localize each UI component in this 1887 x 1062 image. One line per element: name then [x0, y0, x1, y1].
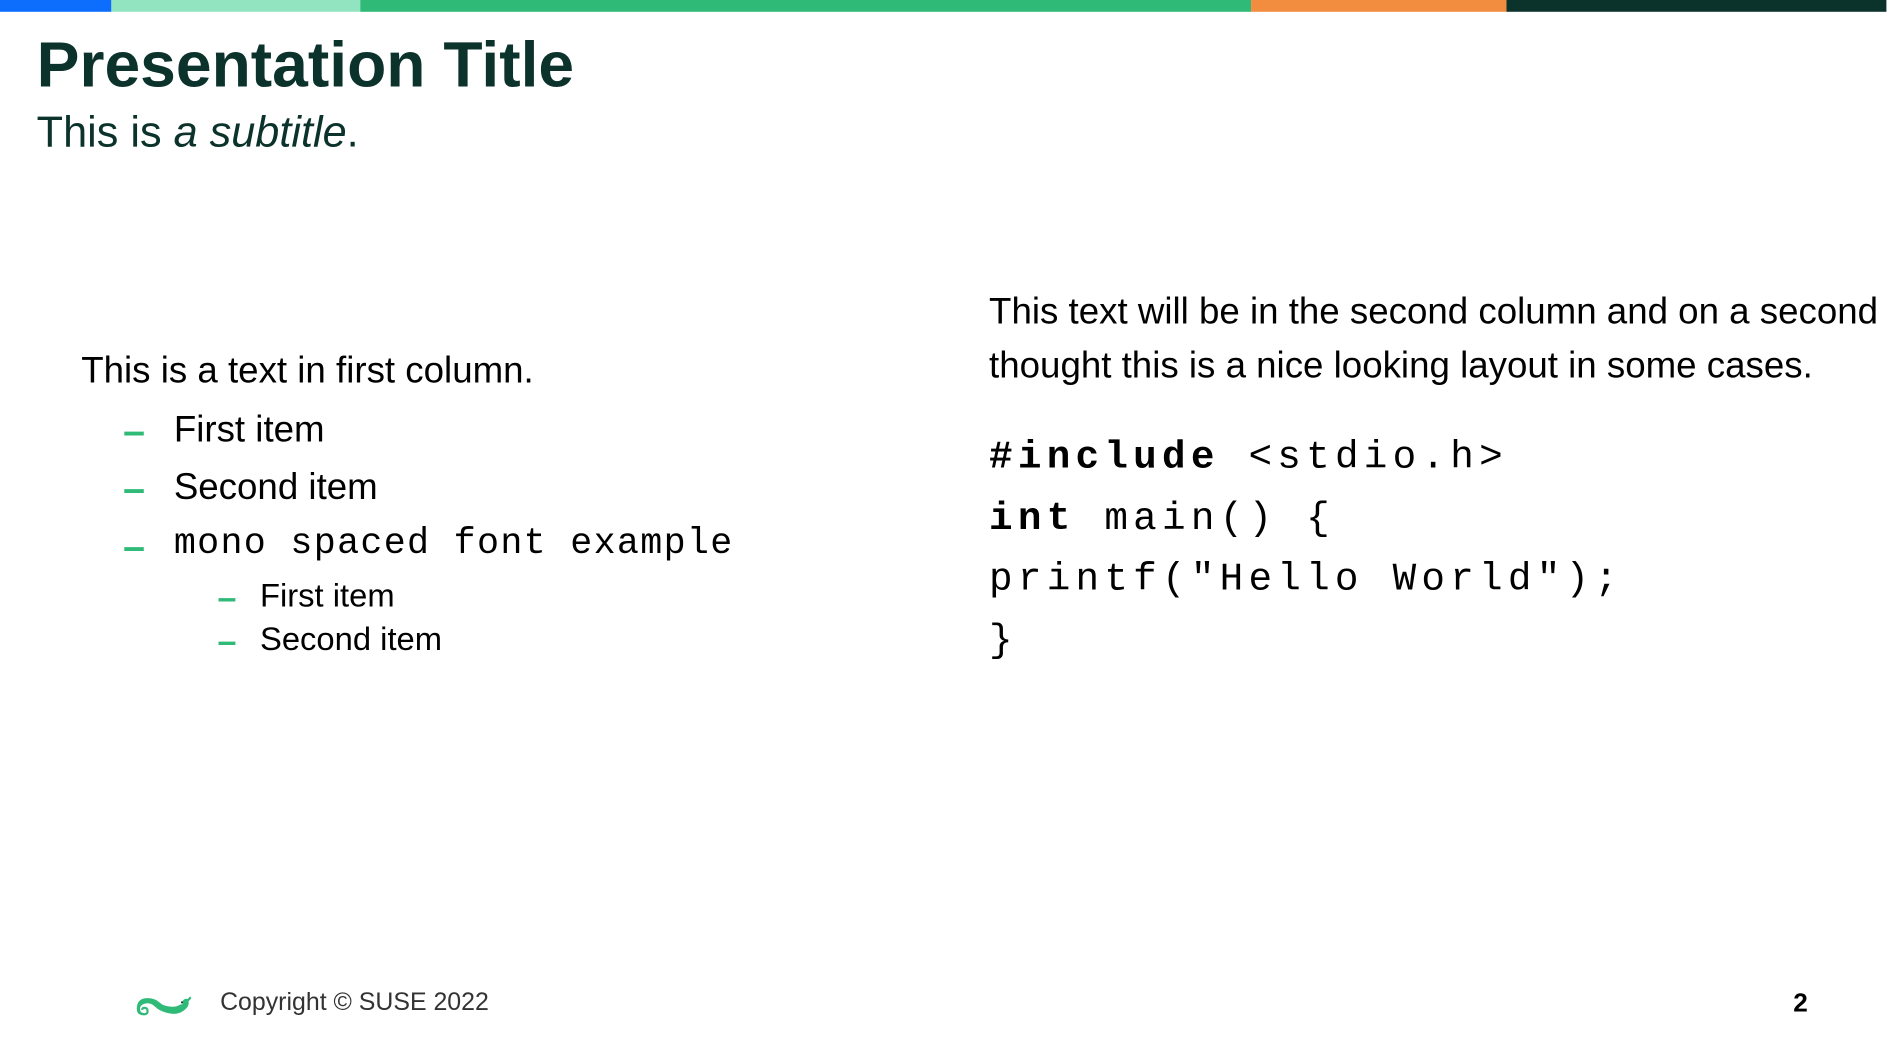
top-accent-bar — [0, 0, 1886, 12]
list-item-text: First item — [174, 409, 325, 451]
list-item-text-mono: mono spaced font example — [174, 524, 734, 565]
left-intro-text: This is a text in first column. — [81, 345, 943, 396]
subtitle-italic: a subtitle — [174, 107, 347, 155]
code-keyword: #include — [989, 436, 1220, 481]
list-item: First item — [81, 404, 943, 462]
code-text: <stdio.h> — [1220, 436, 1508, 481]
presentation-title: Presentation Title — [37, 29, 574, 102]
copyright-text: Copyright © SUSE 2022 — [220, 989, 489, 1018]
bar-segment-mint — [111, 0, 360, 12]
right-column: This text will be in the second column a… — [943, 275, 1886, 672]
code-line: printf("Hello World"); — [989, 550, 1886, 611]
presentation-subtitle: This is a subtitle. — [37, 107, 359, 157]
bullet-list-level2: First item Second item — [81, 577, 943, 663]
bar-segment-dark — [1506, 0, 1886, 12]
list-item: Second item — [81, 461, 943, 519]
bar-segment-orange — [1251, 0, 1506, 12]
slide-footer: Copyright © SUSE 2022 2 — [0, 985, 1886, 1022]
right-intro-text: This text will be in the second column a… — [989, 286, 1886, 392]
code-text: printf("Hello World"); — [989, 558, 1623, 603]
list-item-text: Second item — [260, 621, 442, 659]
list-item: mono spaced font example — [81, 519, 943, 577]
subtitle-suffix: . — [347, 107, 359, 155]
code-line: } — [989, 611, 1886, 672]
subtitle-prefix: This is — [37, 107, 174, 155]
code-line: #include <stdio.h> — [989, 429, 1886, 490]
list-item-text: Second item — [174, 467, 378, 509]
bar-segment-green — [360, 0, 1251, 12]
code-block: #include <stdio.h> int main() { printf("… — [989, 429, 1886, 673]
code-line: int main() { — [989, 490, 1886, 551]
code-text: } — [989, 619, 1018, 664]
two-column-layout: This is a text in first column. First it… — [0, 275, 1886, 672]
slide: Presentation Title This is a subtitle. T… — [0, 0, 1886, 1061]
suse-logo-icon — [131, 985, 196, 1022]
list-item: Second item — [81, 620, 943, 663]
bar-segment-blue — [0, 0, 111, 12]
list-item-text: First item — [260, 578, 395, 616]
list-item: First item — [81, 577, 943, 620]
code-keyword: int — [989, 497, 1075, 542]
left-column: This is a text in first column. First it… — [0, 275, 943, 672]
code-text: main() { — [1076, 497, 1335, 542]
page-number: 2 — [1793, 988, 1808, 1018]
bullet-list-level1: First item Second item mono spaced font … — [81, 404, 943, 577]
